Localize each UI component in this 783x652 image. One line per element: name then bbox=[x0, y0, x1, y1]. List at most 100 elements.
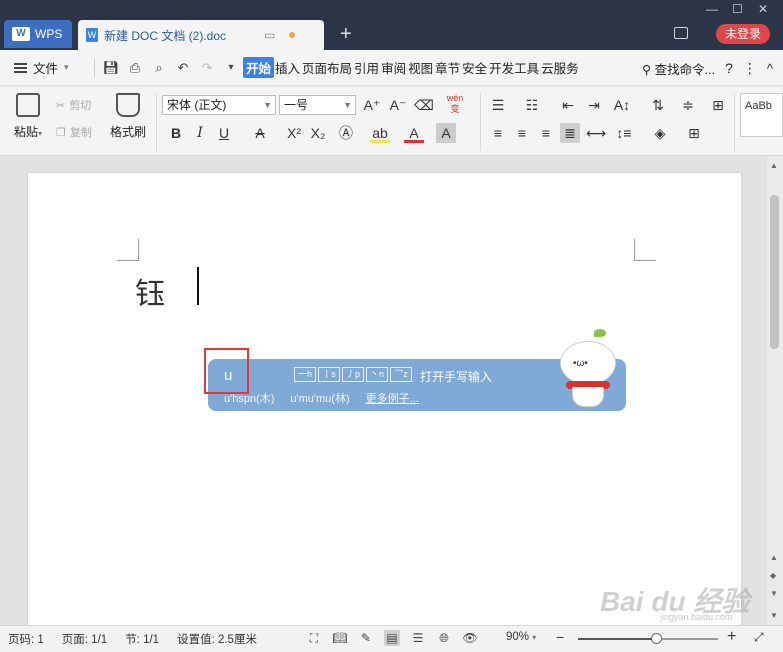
zoom-out-button[interactable]: − bbox=[556, 629, 564, 645]
print-preview-icon[interactable]: ⌕ bbox=[147, 60, 171, 76]
font-color-icon[interactable]: A bbox=[404, 123, 424, 143]
superscript-icon[interactable]: X² bbox=[284, 123, 304, 143]
align-right-icon[interactable]: ≡ bbox=[536, 123, 556, 143]
tab-cloud[interactable]: 云服务 bbox=[540, 58, 580, 77]
italic-icon[interactable]: I bbox=[190, 123, 210, 143]
subscript-icon[interactable]: X₂ bbox=[308, 123, 328, 143]
scroll-down-icon[interactable]: ▼ bbox=[770, 611, 778, 620]
document-canvas[interactable]: 钰 u 一h 丨s 丿p 丶n 乛z 打开手写输入 u'hspn(木) u'mu… bbox=[0, 157, 767, 633]
shading-fill-icon[interactable]: ◈ bbox=[650, 123, 670, 143]
handwriting-input-link[interactable]: 打开手写输入 bbox=[420, 368, 492, 385]
line-spacing-icon[interactable]: ↕≡ bbox=[614, 123, 634, 143]
font-name-select[interactable]: 宋体 (正文) ▼ bbox=[162, 95, 276, 115]
fit-page-icon[interactable]: ⤢ bbox=[754, 630, 764, 645]
stroke-key-heng[interactable]: 一h bbox=[294, 367, 316, 382]
scroll-down-page-icon[interactable]: ▼ bbox=[770, 589, 778, 598]
page-view-icon[interactable]: ▤ bbox=[384, 630, 400, 646]
align-left-icon[interactable]: ≡ bbox=[488, 123, 508, 143]
clear-format-icon[interactable]: ⌫ bbox=[414, 95, 434, 115]
status-bar: 页码: 1 页面: 1/1 节: 1/1 设置值: 2.5厘米 ⛶ 📖︎ ✎ ▤… bbox=[0, 625, 783, 652]
monitor-icon[interactable]: ▭ bbox=[264, 28, 275, 42]
scroll-up-page-icon[interactable]: ▲ bbox=[770, 553, 778, 562]
web-view-icon[interactable]: 🌐︎ bbox=[436, 630, 452, 646]
strikethrough-icon[interactable]: A bbox=[250, 123, 270, 143]
cut-button[interactable]: ✂ 剪切 bbox=[56, 97, 91, 113]
tab-insert[interactable]: 插入 bbox=[274, 58, 301, 77]
paste-button[interactable]: 粘贴▾ bbox=[10, 93, 46, 140]
bold-icon[interactable]: B bbox=[166, 123, 186, 143]
close-icon[interactable]: ✕ bbox=[758, 2, 768, 16]
increase-indent-icon[interactable]: ⇥ bbox=[584, 95, 604, 115]
zoom-dropdown[interactable]: 90% ▾ bbox=[506, 631, 536, 643]
fullscreen-icon[interactable]: ⛶ bbox=[306, 630, 322, 646]
align-justify-icon[interactable]: ≣ bbox=[560, 123, 580, 143]
show-marks-icon[interactable]: ⊞ bbox=[708, 95, 728, 115]
tab-wps-home[interactable]: W WPS bbox=[4, 20, 72, 48]
scrollbar-thumb[interactable] bbox=[770, 195, 779, 349]
tab-sections[interactable]: 章节 bbox=[434, 58, 461, 77]
scroll-next-page-icon[interactable]: ◆ bbox=[770, 571, 776, 580]
bullet-list-icon[interactable]: ☰ bbox=[488, 95, 508, 115]
new-tab-button[interactable]: + bbox=[340, 24, 352, 44]
numbered-list-icon[interactable]: ☷ bbox=[522, 95, 542, 115]
eye-protection-icon[interactable]: 👁︎ bbox=[462, 630, 478, 646]
pinyin-guide-icon[interactable]: wén 变 bbox=[442, 93, 468, 114]
pen-icon[interactable]: ✎ bbox=[358, 630, 374, 646]
underline-icon[interactable]: U bbox=[214, 123, 234, 143]
zoom-in-button[interactable]: + bbox=[727, 628, 736, 646]
print-icon[interactable]: ⎙ bbox=[123, 60, 147, 76]
decrease-indent-icon[interactable]: ⇤ bbox=[558, 95, 578, 115]
minimize-icon[interactable]: — bbox=[706, 2, 718, 16]
tab-document[interactable]: W 新建 DOC 文档 (2).doc ▭ bbox=[78, 20, 324, 50]
more-button[interactable]: ⋮ bbox=[743, 60, 757, 77]
paragraph-settings-icon[interactable]: ≑ bbox=[678, 95, 698, 115]
format-painter-button[interactable]: 格式刷 bbox=[108, 93, 148, 140]
unsaved-dot-icon bbox=[289, 32, 296, 38]
borders-icon[interactable]: ⊞ bbox=[684, 123, 704, 143]
login-button[interactable]: 未登录 bbox=[716, 24, 770, 44]
tab-developer[interactable]: 开发工具 bbox=[488, 58, 540, 77]
tab-review[interactable]: 审阅 bbox=[380, 58, 407, 77]
zoom-slider-thumb[interactable] bbox=[651, 633, 663, 644]
vertical-scrollbar[interactable]: ▲ ▲ ◆ ▼ ▼ bbox=[767, 157, 783, 625]
align-center-icon[interactable]: ≡ bbox=[512, 123, 532, 143]
quick-access-dropdown-icon[interactable]: ▾ bbox=[219, 62, 243, 73]
document-page[interactable]: 钰 u 一h 丨s 丿p 丶n 乛z 打开手写输入 u'hspn(木) u'mu… bbox=[28, 173, 741, 633]
stroke-key-shu[interactable]: 丨s bbox=[318, 367, 340, 382]
zoom-slider[interactable] bbox=[578, 633, 718, 644]
highlight-icon[interactable]: ab bbox=[370, 123, 390, 143]
tab-references[interactable]: 引用 bbox=[353, 58, 380, 77]
read-mode-icon[interactable]: 📖︎ bbox=[332, 630, 348, 646]
collapse-ribbon-button[interactable]: ^ bbox=[767, 61, 773, 76]
outline-view-icon[interactable]: ☰ bbox=[410, 630, 426, 646]
font-size-select[interactable]: 一号 ▼ bbox=[279, 95, 356, 115]
tab-security[interactable]: 安全 bbox=[461, 58, 488, 77]
tab-home[interactable]: 开始 bbox=[243, 57, 275, 78]
text-effect-icon[interactable]: Ⓐ bbox=[336, 123, 356, 143]
text-direction-icon[interactable]: A↕ bbox=[612, 95, 632, 115]
stroke-key-na[interactable]: 丶n bbox=[366, 367, 388, 382]
char-shading-icon[interactable]: A bbox=[436, 123, 456, 143]
shrink-font-icon[interactable]: A⁻ bbox=[388, 95, 408, 115]
scroll-up-icon[interactable]: ▲ bbox=[770, 161, 778, 170]
search-command[interactable]: ⚲ 查找命令... bbox=[642, 59, 715, 78]
sort-icon[interactable]: ⇅ bbox=[648, 95, 668, 115]
copy-button[interactable]: ❐ 复制 bbox=[56, 124, 92, 140]
window-layout-icon[interactable] bbox=[674, 27, 688, 39]
grow-font-icon[interactable]: A⁺ bbox=[362, 95, 382, 115]
tab-page-layout[interactable]: 页面布局 bbox=[301, 58, 353, 77]
tab-view[interactable]: 视图 bbox=[407, 58, 434, 77]
document-text[interactable]: 钰 bbox=[135, 269, 165, 313]
undo-icon[interactable]: ↶ bbox=[171, 60, 195, 76]
stroke-key-pie[interactable]: 丿p bbox=[342, 367, 364, 382]
more-examples-link[interactable]: 更多例子... bbox=[366, 390, 419, 406]
stroke-key-zhe[interactable]: 乛z bbox=[390, 367, 412, 382]
style-gallery[interactable]: AaBb bbox=[740, 93, 783, 137]
maximize-icon[interactable]: ☐ bbox=[732, 2, 743, 16]
redo-icon[interactable]: ↷ bbox=[195, 60, 219, 76]
file-menu[interactable]: 文件 ▾ bbox=[0, 58, 90, 77]
distributed-align-icon[interactable]: ⟷ bbox=[586, 123, 606, 143]
save-icon[interactable]: 💾︎ bbox=[99, 60, 123, 76]
help-button[interactable]: ? bbox=[725, 60, 733, 76]
page-number[interactable]: 页码: 1 bbox=[8, 631, 44, 647]
